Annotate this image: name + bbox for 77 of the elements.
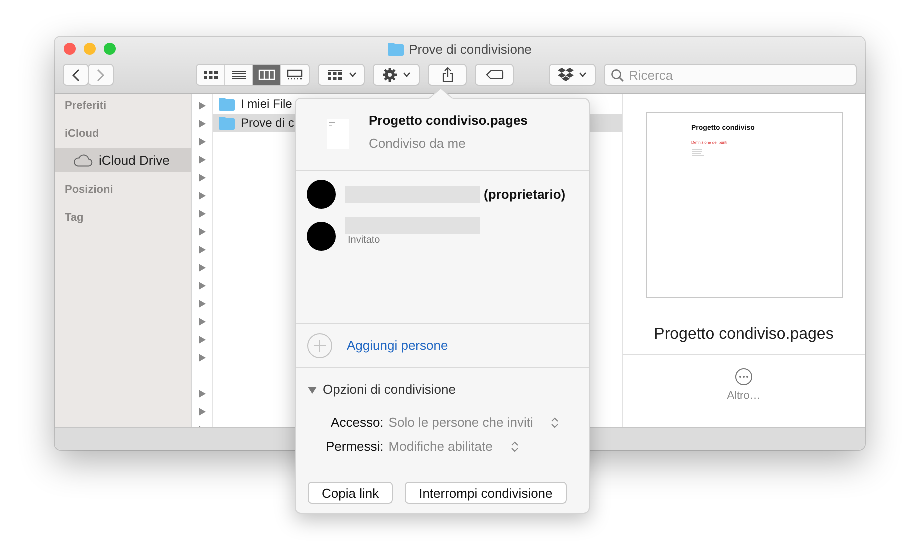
sidebar-section-title: Preferiti (64, 100, 108, 114)
close-button[interactable] (64, 43, 76, 55)
ellipsis-icon (735, 368, 753, 386)
more-button[interactable]: Altro… (727, 368, 761, 402)
option-label: Accesso: (330, 415, 384, 430)
caret-icon (403, 72, 411, 78)
window-title: Prove di condivisione (409, 42, 532, 56)
disclosure-triangle-icon[interactable] (198, 156, 206, 164)
view-mode-button[interactable] (225, 65, 253, 85)
sidebar-item[interactable]: iCloud Drive (55, 148, 191, 172)
option-label: Permessi: (326, 439, 384, 454)
view-mode-button[interactable] (281, 65, 309, 85)
disclosure-triangle-icon[interactable] (198, 264, 206, 272)
avatar (307, 180, 336, 209)
file-name: Progetto condiviso.pages (369, 113, 528, 128)
sidebar-section-title: Posizioni (64, 184, 114, 198)
share-icon (442, 67, 454, 83)
popover-button[interactable]: Interrompi condivisione (405, 482, 567, 504)
stepper-icon (551, 416, 560, 428)
participant-role: (proprietario) (484, 187, 566, 202)
folder-icon (219, 116, 235, 130)
back-button[interactable] (63, 64, 89, 86)
sidebar-section-title: iCloud (64, 128, 100, 142)
share-status: Condiviso da me (369, 136, 467, 151)
chevron-left-icon (72, 68, 80, 82)
share-button[interactable] (428, 64, 467, 86)
folder-row[interactable]: I miei File (213, 95, 622, 113)
disclosure-triangle-icon[interactable] (198, 102, 206, 110)
folder-icon (219, 98, 235, 110)
zoom-button[interactable] (104, 43, 116, 55)
document-icon (327, 119, 349, 149)
search-icon (611, 69, 624, 82)
disclosure-triangle-icon (308, 386, 317, 394)
stepper-icon (510, 440, 519, 452)
view-mode-icon (202, 69, 220, 81)
disclosure-triangle-icon[interactable] (198, 318, 206, 326)
avatar (307, 222, 336, 251)
caret-icon (349, 72, 357, 78)
disclosure-triangle-icon[interactable] (198, 246, 206, 254)
caret-icon (579, 72, 587, 78)
add-people-link[interactable]: Aggiungi persone (347, 338, 448, 353)
view-mode-icon (258, 69, 276, 81)
sharing-options-toggle[interactable]: Opzioni di condivisione (308, 382, 589, 397)
tag-button[interactable] (475, 64, 514, 86)
sidebar-section-title: Tag (64, 212, 85, 226)
disclosure-triangle-icon[interactable] (198, 120, 206, 128)
disclosure-triangle-icon[interactable] (198, 228, 206, 236)
disclosure-triangle-icon[interactable] (198, 210, 206, 218)
cloud-icon (73, 154, 93, 166)
view-mode-button[interactable] (197, 65, 225, 85)
disclosure-triangle-icon[interactable] (198, 300, 206, 308)
disclosure-triangle-icon[interactable] (198, 282, 206, 290)
grid-icon (326, 69, 344, 81)
view-mode-icon (230, 69, 248, 81)
search-field[interactable]: Ricerca (604, 64, 857, 86)
group-button[interactable] (318, 64, 365, 86)
view-mode-button[interactable] (253, 65, 281, 85)
disclosure-triangle-icon[interactable] (198, 192, 206, 200)
disclosure-triangle-icon[interactable] (198, 336, 206, 344)
disclosure-triangle-icon[interactable] (198, 390, 206, 398)
dropbox-icon (558, 68, 574, 82)
preview-file-name: Progetto condiviso.pages (654, 326, 834, 345)
participant-role: Invitato (348, 235, 382, 246)
view-mode-icon (286, 69, 304, 81)
tag-icon (486, 70, 504, 80)
view-mode-control[interactable] (196, 64, 310, 86)
settings-button[interactable] (373, 64, 420, 86)
folder-icon (388, 42, 404, 56)
chevron-right-icon (97, 68, 105, 82)
dropbox-button[interactable] (549, 64, 596, 86)
gear-icon (382, 67, 398, 83)
disclosure-triangle-icon[interactable] (198, 174, 206, 182)
disclosure-triangle-icon[interactable] (198, 354, 206, 362)
disclosure-triangle-icon[interactable] (198, 408, 206, 416)
disclosure-triangle-icon[interactable] (198, 138, 206, 146)
popover-button[interactable]: Copia link (308, 482, 394, 504)
list-lines-drawing (692, 149, 706, 157)
